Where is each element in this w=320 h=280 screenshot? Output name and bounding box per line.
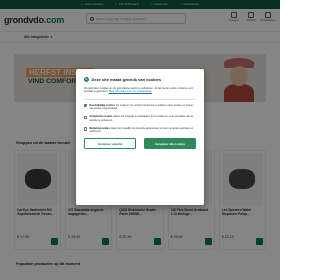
cookie-option-analytics: Analytische cookies maken het mogelijk o… xyxy=(84,115,196,122)
analytics-cookies-checkbox[interactable] xyxy=(84,115,88,119)
necessary-cookies-checkbox[interactable] xyxy=(84,104,88,108)
cookie-consent-dialog: Deze site maakt gebruik van cookies We g… xyxy=(76,69,204,205)
marketing-cookies-checkbox[interactable] xyxy=(84,127,88,131)
cookie-policy-link[interactable]: Meer informatie over ons cookiebeleid. xyxy=(109,90,152,93)
accept-all-cookies-button[interactable]: Accepteer alle cookies xyxy=(144,138,196,150)
accept-selection-button[interactable]: Accepteer selectie xyxy=(84,138,136,150)
cookie-option-necessary: Noodzakelijke cookies zijn nodig om de w… xyxy=(84,104,196,111)
cookie-option-marketing: Marketingcookies maken het mogelijk om r… xyxy=(84,127,196,134)
cookie-dialog-title: Deze site maakt gebruik van cookies xyxy=(91,77,162,82)
cookie-intro: We gebruiken cookies om de gebruikerserv… xyxy=(84,87,196,94)
divider xyxy=(84,98,196,100)
cookie-dialog-header: Deze site maakt gebruik van cookies xyxy=(84,77,196,82)
cookie-dialog-actions: Accepteer selectie Accepteer alle cookie… xyxy=(84,138,196,150)
cookie-icon xyxy=(84,77,89,82)
